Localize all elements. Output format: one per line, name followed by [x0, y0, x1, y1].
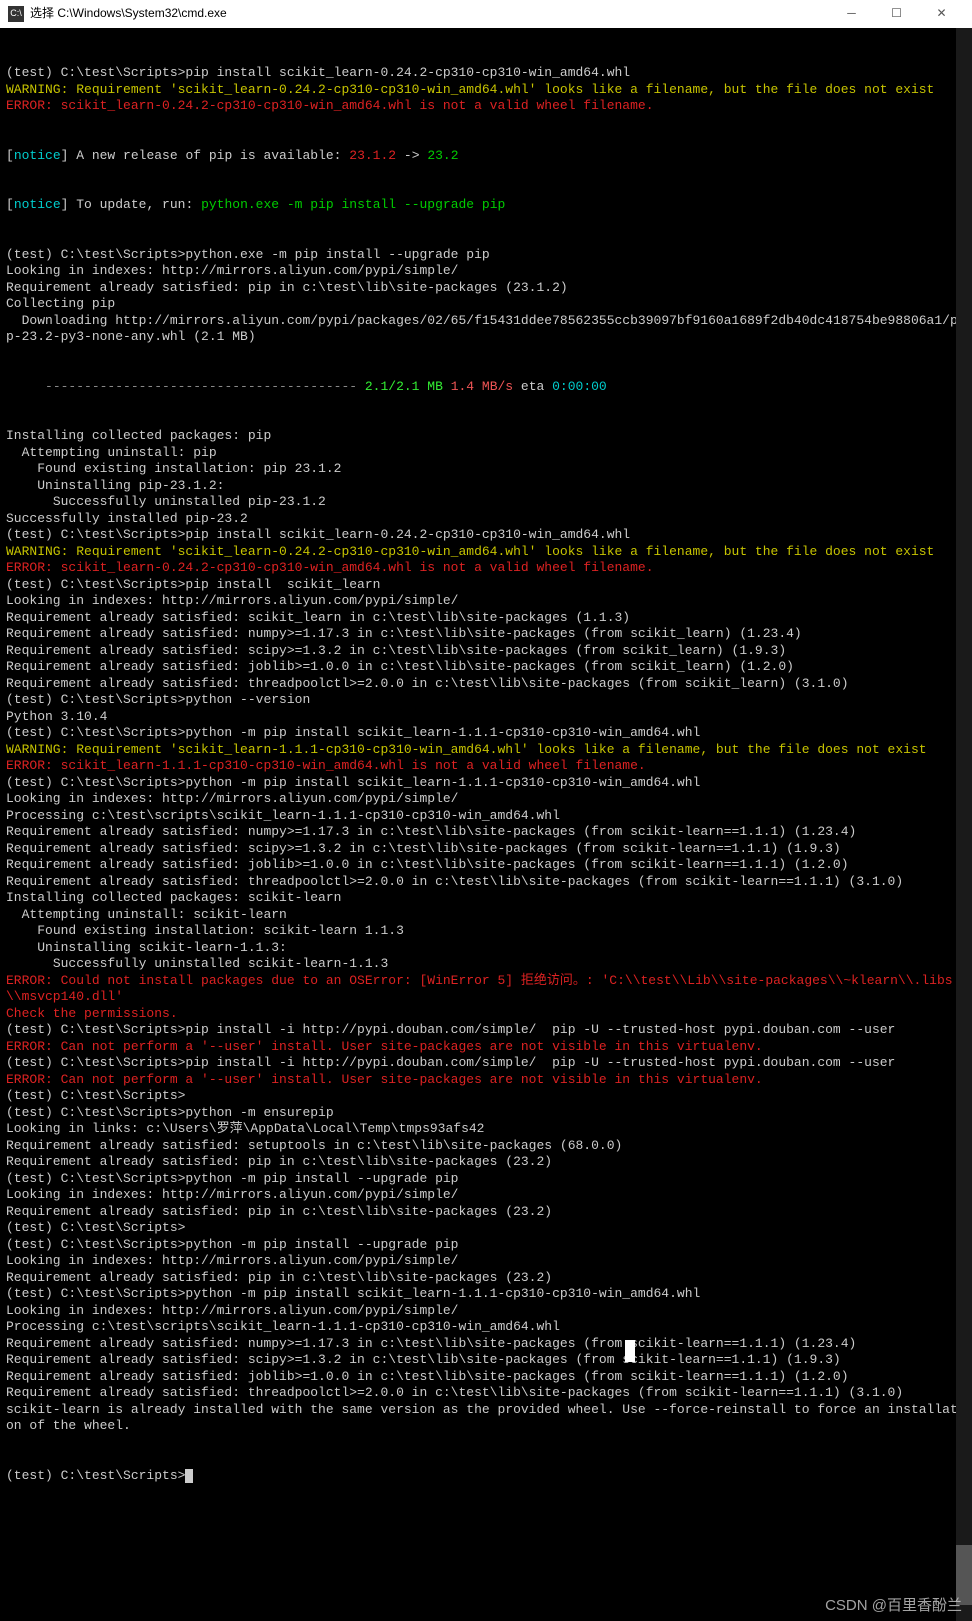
terminal-line: Collecting pip [6, 296, 966, 313]
terminal-line: Python 3.10.4 [6, 709, 966, 726]
terminal-line: Requirement already satisfied: scikit_le… [6, 610, 966, 627]
selection-cursor-icon [625, 1340, 635, 1362]
terminal-line: Attempting uninstall: scikit-learn [6, 907, 966, 924]
terminal-line: (test) C:\test\Scripts>python -m pip ins… [6, 1237, 966, 1254]
terminal-line: (test) C:\test\Scripts>pip install -i ht… [6, 1022, 966, 1039]
terminal-line: Looking in links: c:\Users\罗萍\AppData\Lo… [6, 1121, 966, 1138]
window-controls: ─ ☐ ✕ [829, 0, 964, 28]
terminal-line: ERROR: Can not perform a '--user' instal… [6, 1072, 966, 1089]
terminal-line: Requirement already satisfied: numpy>=1.… [6, 824, 966, 841]
terminal-line: (test) C:\test\Scripts>python -m pip ins… [6, 1286, 966, 1303]
terminal-line: (test) C:\test\Scripts> [6, 1088, 966, 1105]
terminal-line: Downloading http://mirrors.aliyun.com/py… [6, 313, 966, 346]
terminal-line: WARNING: Requirement 'scikit_learn-1.1.1… [6, 742, 966, 759]
prompt: (test) C:\test\Scripts> [6, 1468, 185, 1483]
terminal-line: Looking in indexes: http://mirrors.aliyu… [6, 263, 966, 280]
terminal-line: (test) C:\test\Scripts>python -m ensurep… [6, 1105, 966, 1122]
terminal-line: WARNING: Requirement 'scikit_learn-0.24.… [6, 544, 966, 561]
terminal-line: Uninstalling scikit-learn-1.1.3: [6, 940, 966, 957]
terminal-line: Requirement already satisfied: pip in c:… [6, 1154, 966, 1171]
window-title: 选择 C:\Windows\System32\cmd.exe [30, 6, 227, 21]
titlebar: C:\ 选择 C:\Windows\System32\cmd.exe ─ ☐ ✕ [0, 0, 972, 28]
terminal-line: (test) C:\test\Scripts> [6, 1220, 966, 1237]
terminal-line: Looking in indexes: http://mirrors.aliyu… [6, 1253, 966, 1270]
terminal-line: ERROR: scikit_learn-0.24.2-cp310-cp310-w… [6, 98, 966, 115]
terminal-line: (test) C:\test\Scripts>python -m pip ins… [6, 1171, 966, 1188]
terminal-line: Requirement already satisfied: threadpoo… [6, 676, 966, 693]
terminal-line: Check the permissions. [6, 1006, 966, 1023]
scrollbar[interactable] [956, 28, 972, 1621]
terminal-line: Requirement already satisfied: pip in c:… [6, 280, 966, 297]
terminal-line: Uninstalling pip-23.1.2: [6, 478, 966, 495]
terminal-line: Requirement already satisfied: joblib>=1… [6, 857, 966, 874]
terminal-line: (test) C:\test\Scripts>pip install -i ht… [6, 1055, 966, 1072]
cmd-icon: C:\ [8, 6, 24, 22]
terminal-line: (test) C:\test\Scripts>pip install sciki… [6, 527, 966, 544]
terminal-output[interactable]: (test) C:\test\Scripts>pip install sciki… [0, 28, 972, 1505]
terminal-line: (test) C:\test\Scripts>python -m pip ins… [6, 775, 966, 792]
terminal-line: (test) C:\test\Scripts>python.exe -m pip… [6, 247, 966, 264]
terminal-line: Found existing installation: pip 23.1.2 [6, 461, 966, 478]
close-button[interactable]: ✕ [919, 0, 964, 28]
terminal-line: scikit-learn is already installed with t… [6, 1402, 966, 1435]
terminal-line: Successfully uninstalled scikit-learn-1.… [6, 956, 966, 973]
terminal-line: Attempting uninstall: pip [6, 445, 966, 462]
terminal-line: Requirement already satisfied: setuptool… [6, 1138, 966, 1155]
terminal-line: Requirement already satisfied: numpy>=1.… [6, 1336, 966, 1353]
terminal-line: (test) C:\test\Scripts>pip install sciki… [6, 65, 966, 82]
minimize-button[interactable]: ─ [829, 0, 874, 28]
terminal-line: Requirement already satisfied: numpy>=1.… [6, 626, 966, 643]
terminal-line: Looking in indexes: http://mirrors.aliyu… [6, 1303, 966, 1320]
terminal-line: Looking in indexes: http://mirrors.aliyu… [6, 1187, 966, 1204]
terminal-line: Found existing installation: scikit-lear… [6, 923, 966, 940]
terminal-line: Requirement already satisfied: joblib>=1… [6, 1369, 966, 1386]
cursor-icon [185, 1469, 193, 1483]
terminal-line: Requirement already satisfied: threadpoo… [6, 874, 966, 891]
terminal-line: Requirement already satisfied: pip in c:… [6, 1270, 966, 1287]
terminal-line: ERROR: Could not install packages due to… [6, 973, 966, 1006]
terminal-line: Looking in indexes: http://mirrors.aliyu… [6, 593, 966, 610]
terminal-line: (test) C:\test\Scripts>pip install sciki… [6, 577, 966, 594]
terminal-line: ERROR: scikit_learn-1.1.1-cp310-cp310-wi… [6, 758, 966, 775]
terminal-line: ERROR: Can not perform a '--user' instal… [6, 1039, 966, 1056]
terminal-line: WARNING: Requirement 'scikit_learn-0.24.… [6, 82, 966, 99]
terminal-line: Requirement already satisfied: joblib>=1… [6, 659, 966, 676]
terminal-line: (test) C:\test\Scripts>python -m pip ins… [6, 725, 966, 742]
terminal-line: Requirement already satisfied: threadpoo… [6, 1385, 966, 1402]
watermark: CSDN @百里香酚兰 [825, 1596, 962, 1615]
terminal-line: Installing collected packages: pip [6, 428, 966, 445]
terminal-line: Requirement already satisfied: scipy>=1.… [6, 643, 966, 660]
terminal-line: Requirement already satisfied: scipy>=1.… [6, 1352, 966, 1369]
terminal-line: Successfully uninstalled pip-23.1.2 [6, 494, 966, 511]
maximize-button[interactable]: ☐ [874, 0, 919, 28]
terminal-line: Requirement already satisfied: pip in c:… [6, 1204, 966, 1221]
terminal-line: Processing c:\test\scripts\scikit_learn-… [6, 808, 966, 825]
terminal-line: (test) C:\test\Scripts>python --version [6, 692, 966, 709]
terminal-line: Looking in indexes: http://mirrors.aliyu… [6, 791, 966, 808]
terminal-line: Requirement already satisfied: scipy>=1.… [6, 841, 966, 858]
terminal-line: ERROR: scikit_learn-0.24.2-cp310-cp310-w… [6, 560, 966, 577]
terminal-line: Processing c:\test\scripts\scikit_learn-… [6, 1319, 966, 1336]
terminal-line: Installing collected packages: scikit-le… [6, 890, 966, 907]
terminal-line: Successfully installed pip-23.2 [6, 511, 966, 528]
